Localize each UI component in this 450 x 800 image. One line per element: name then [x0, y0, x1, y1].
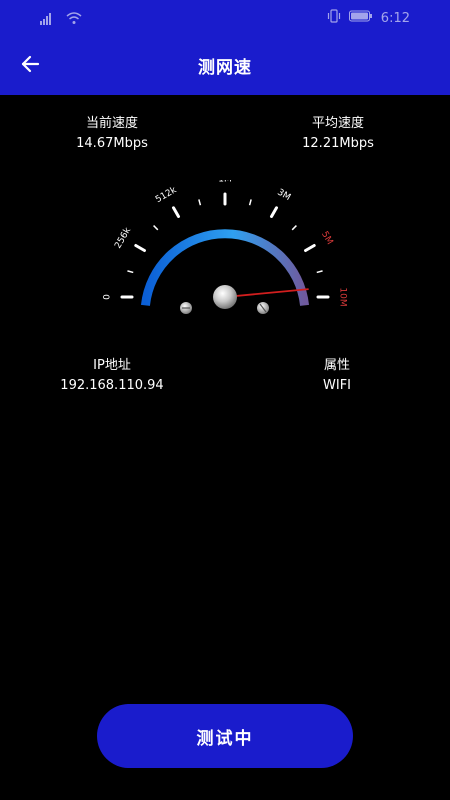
- gauge-minor-tick: [248, 199, 252, 206]
- gauge-needle-line: [224, 288, 309, 298]
- signal-icon: [40, 10, 62, 29]
- header-bar: 6:12 测网速: [0, 0, 450, 95]
- gauge-minor-tick: [291, 225, 297, 231]
- status-left-icons: [40, 10, 82, 29]
- gauge-tick-label: 0: [103, 294, 113, 300]
- ip-address-value: 192.168.110.94: [60, 378, 164, 393]
- gauge-tick-label: 512k: [154, 185, 179, 205]
- gauge-hub: [213, 285, 237, 309]
- gauge-major-tick: [270, 206, 278, 218]
- gauge-minor-tick: [316, 270, 323, 274]
- gauge-tick-label: 256k: [113, 225, 133, 250]
- gauge-tick-label: 3M: [275, 188, 292, 203]
- gauge-tick-label: 5M: [319, 230, 334, 247]
- connection-attribute-label: 属性: [323, 358, 350, 373]
- gauge-tick-label: 10M: [338, 287, 348, 306]
- average-speed-stat: 平均速度 12.21Mbps: [288, 114, 388, 154]
- gauge-minor-tick: [127, 270, 134, 274]
- wifi-icon: [66, 10, 82, 29]
- page-title: 测网速: [198, 58, 252, 78]
- connection-attribute-stat: 属性 WIFI: [297, 356, 377, 396]
- testing-button[interactable]: 测试中: [97, 704, 353, 768]
- gauge-minor-tick: [153, 225, 159, 231]
- ip-address-stat: IP地址 192.168.110.94: [52, 356, 172, 396]
- status-bar: 6:12: [0, 0, 450, 36]
- average-speed-label: 平均速度: [311, 116, 364, 131]
- gauge-tick-label: 1M: [218, 180, 232, 185]
- current-speed-stat: 当前速度 14.67Mbps: [62, 114, 162, 154]
- ip-address-label: IP地址: [93, 358, 131, 373]
- gauge-needle: [224, 288, 309, 298]
- battery-icon: [348, 10, 373, 26]
- average-speed-value: 12.21Mbps: [302, 136, 374, 151]
- status-time: 6:12: [380, 10, 410, 26]
- speedometer-gauge: 0 256k 512k 1M 3M 5M 10M: [103, 180, 348, 314]
- current-speed-value: 14.67Mbps: [76, 136, 148, 151]
- vibrate-icon: [327, 9, 341, 27]
- gauge-major-tick: [304, 244, 316, 252]
- gauge-major-tick: [134, 244, 146, 252]
- connection-attribute-value: WIFI: [323, 378, 351, 393]
- gauge-minor-tick: [198, 199, 202, 206]
- status-right-icons: 6:12: [327, 9, 410, 27]
- current-speed-label: 当前速度: [85, 116, 138, 131]
- gauge-major-tick: [172, 206, 180, 218]
